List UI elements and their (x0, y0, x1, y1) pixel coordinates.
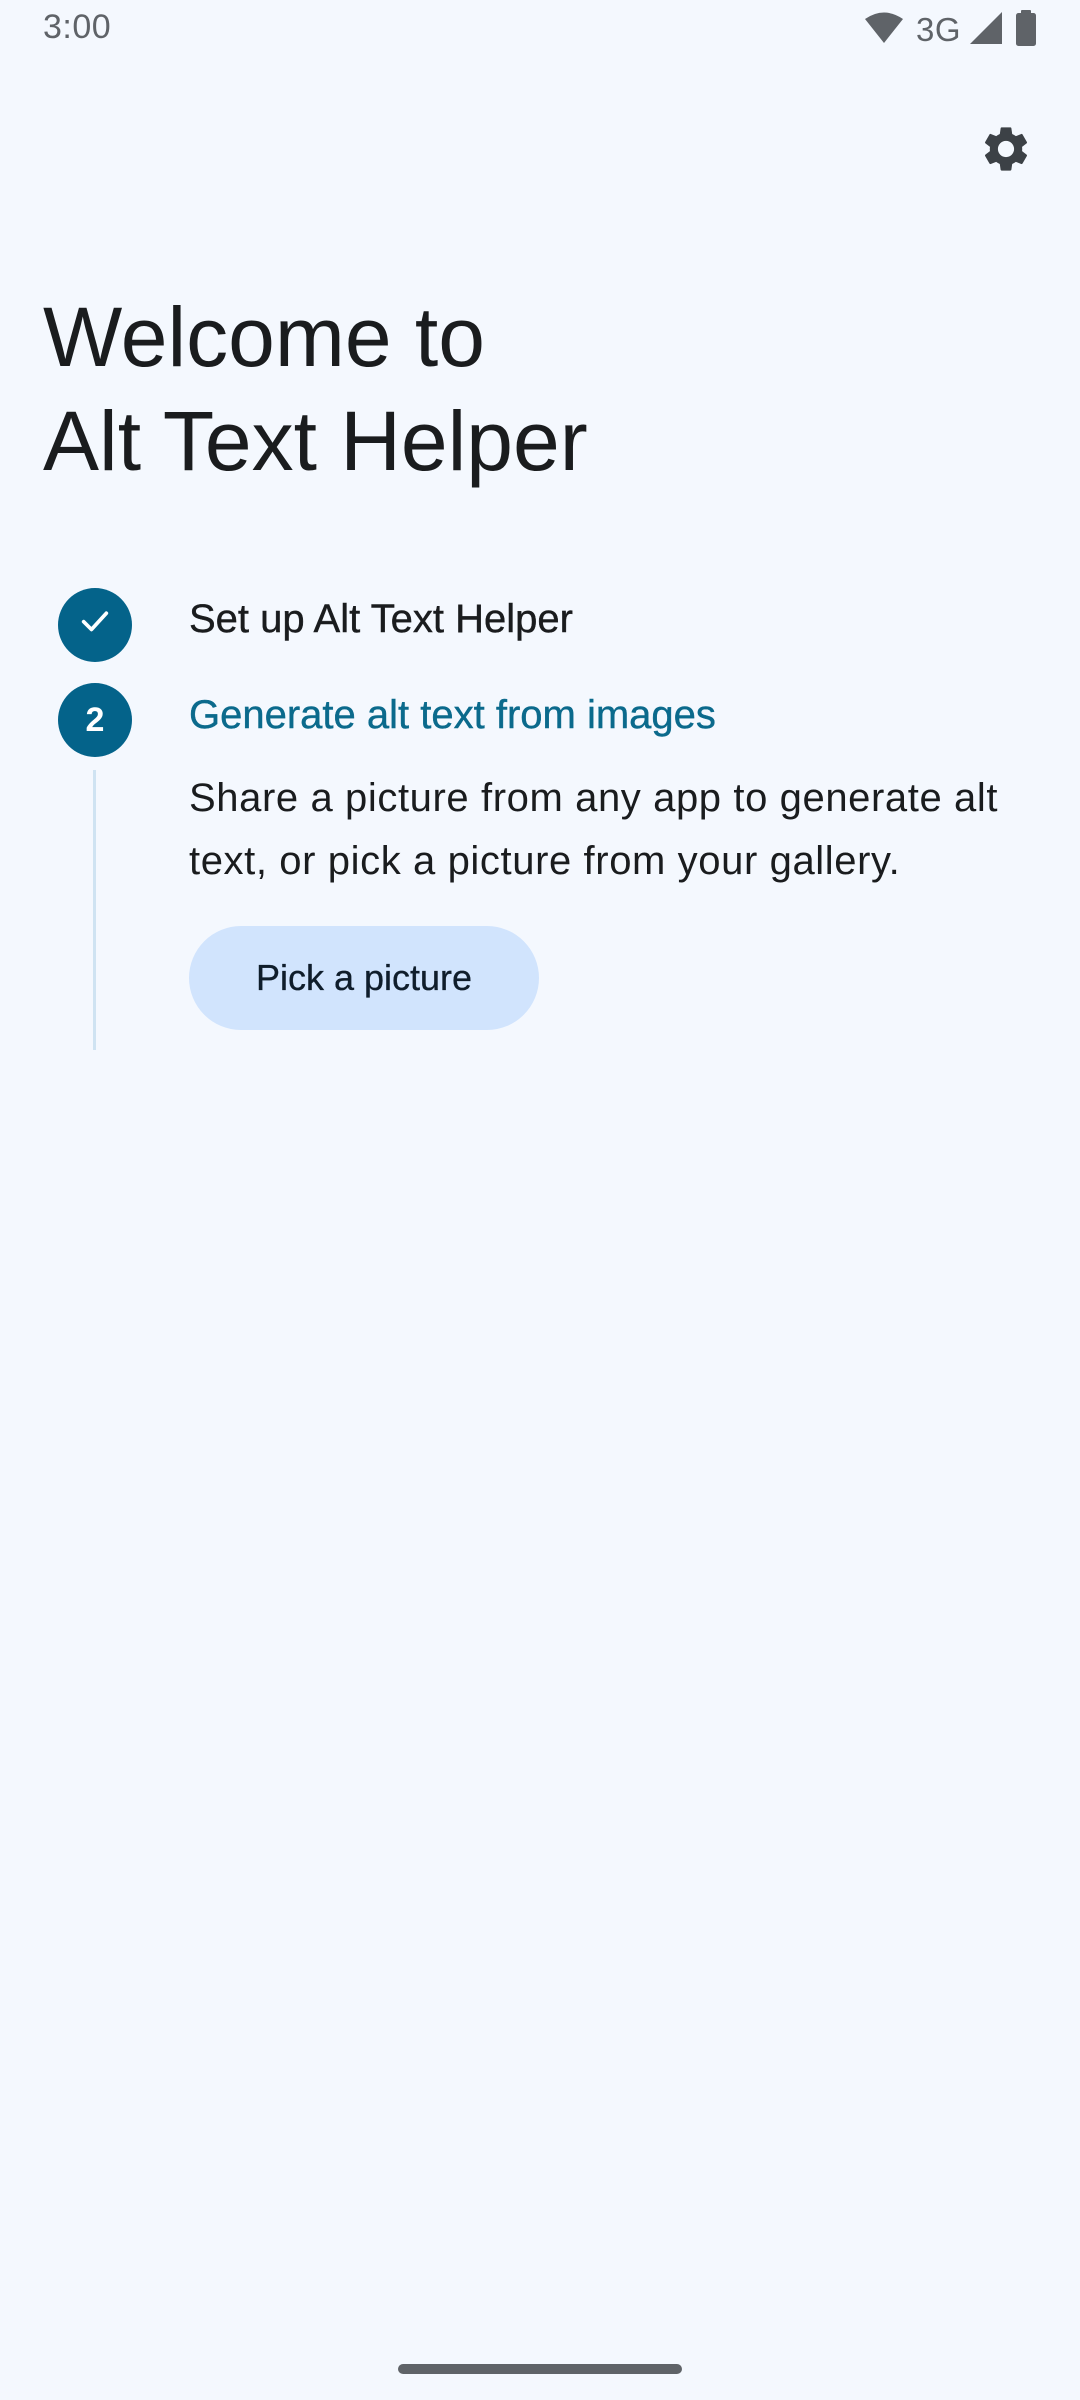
check-icon (78, 604, 112, 647)
home-indicator[interactable] (398, 2364, 682, 2374)
network-type-label: 3G (915, 11, 961, 48)
cellular-signal-icon (969, 11, 1003, 50)
status-time: 3:00 (43, 8, 112, 46)
step2-number-marker: 2 (58, 683, 132, 757)
gear-icon (979, 122, 1033, 181)
page-title-line2: Alt Text Helper (43, 394, 588, 488)
step-connector-line (93, 770, 96, 1050)
pick-picture-button[interactable]: Pick a picture (189, 926, 539, 1030)
settings-button[interactable] (970, 115, 1042, 187)
battery-icon (1015, 9, 1037, 51)
step1-completed-marker (58, 588, 132, 662)
step1-title: Set up Alt Text Helper (189, 597, 573, 641)
step2-title: Generate alt text from images (189, 693, 716, 737)
step2-description: Share a picture from any app to generate… (189, 776, 999, 883)
page-title-line1: Welcome to (43, 290, 485, 384)
status-icons: 3G (864, 9, 1037, 51)
wifi-icon (864, 12, 904, 49)
page-title: Welcome to Alt Text Helper (43, 285, 588, 493)
status-bar: 3:00 3G (0, 0, 1080, 62)
